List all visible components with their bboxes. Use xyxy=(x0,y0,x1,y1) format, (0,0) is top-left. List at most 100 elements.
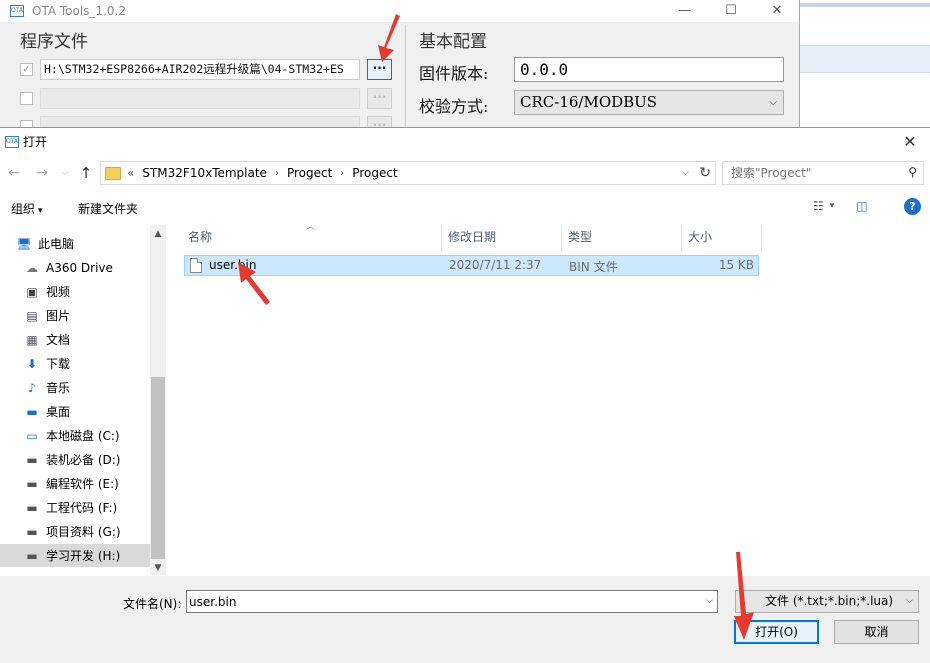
background-window-strip xyxy=(800,0,930,130)
firmware-version-input[interactable]: 0.0.0 xyxy=(514,57,784,82)
open-file-dialog: OTA 打开 ✕ ← → ⌵ ↑ « STM32F10xTemplate › P… xyxy=(0,127,930,663)
dialog-toolbar: 组织 ▾ 新建文件夹 ☷ ▾ ◫ xyxy=(0,193,930,223)
file-type: BIN 文件 xyxy=(569,260,618,274)
search-box[interactable]: ⚲ xyxy=(722,161,924,185)
file-icon xyxy=(190,258,202,273)
view-mode-icon[interactable]: ☷ xyxy=(813,199,824,213)
navigation-bar: ← → ⌵ ↑ « STM32F10xTemplate › Progect › … xyxy=(0,159,930,187)
sidebar-item-label: 本地磁盘 (C:) xyxy=(46,429,120,443)
computer-icon: 🖥 xyxy=(16,236,32,251)
back-arrow-icon[interactable]: ← xyxy=(4,163,24,183)
scroll-up-icon[interactable]: ▲ xyxy=(150,227,166,241)
column-header-size[interactable]: 大小 xyxy=(684,225,762,253)
drive-icon: ▬ xyxy=(26,476,38,491)
open-button[interactable]: 打开(O) xyxy=(734,620,819,644)
program-file-path[interactable] xyxy=(40,88,360,109)
browse-button[interactable]: ··· xyxy=(367,88,392,109)
sidebar-item-drive-h[interactable]: ▬ 学习开发 (H:) xyxy=(0,544,150,567)
filename-combobox[interactable]: ⌵ xyxy=(186,590,718,613)
drive-icon: ▬ xyxy=(26,452,38,467)
refresh-icon[interactable]: ↻ xyxy=(699,162,711,184)
column-header-date[interactable]: 修改日期 xyxy=(444,225,562,253)
close-icon[interactable]: ✕ xyxy=(754,0,800,22)
search-input[interactable] xyxy=(723,162,893,184)
chevron-down-icon: ⌵ xyxy=(769,97,777,108)
address-dropdown-icon[interactable]: ⌵ xyxy=(682,162,689,184)
background-band xyxy=(800,45,930,73)
search-icon: ⚲ xyxy=(908,165,917,179)
organize-label: 组织 xyxy=(11,202,36,216)
breadcrumb-separator-icon[interactable]: › xyxy=(275,168,279,179)
breadcrumb-item[interactable]: STM32F10xTemplate xyxy=(142,166,267,180)
sidebar-item-label: 桌面 xyxy=(46,405,71,419)
chevron-down-icon[interactable]: ⌵ xyxy=(706,591,713,612)
breadcrumb-item[interactable]: Progect xyxy=(287,166,332,180)
group-divider xyxy=(405,25,406,130)
sidebar-item-this-pc[interactable]: 🖥 此电脑 xyxy=(16,232,166,255)
minimize-icon[interactable]: — xyxy=(662,0,708,22)
checksum-method-value: CRC-16/MODBUS xyxy=(520,93,658,111)
navigation-pane: 🖥 此电脑 ☁ A360 Drive ▣ 视频 ▤ 图片 ▦ 文档 ⬇ 下载 ♪… xyxy=(0,225,166,575)
column-header-type[interactable]: 类型 xyxy=(564,225,682,253)
chevron-down-icon: ⌵ xyxy=(906,596,913,606)
up-arrow-icon[interactable]: ↑ xyxy=(76,163,96,183)
dialog-footer: 文件名(N): ⌵ 文件 (*.txt;*.bin;*.lua) ⌵ 打开(O)… xyxy=(0,576,930,663)
chevron-down-icon[interactable]: ▾ xyxy=(830,201,835,211)
document-icon: ▦ xyxy=(26,332,38,347)
sidebar-item-label: A360 Drive xyxy=(46,260,113,275)
scroll-down-icon[interactable]: ▼ xyxy=(150,561,166,575)
browse-button[interactable]: ··· xyxy=(367,59,392,80)
help-icon[interactable]: ? xyxy=(904,198,921,215)
new-folder-button[interactable]: 新建文件夹 xyxy=(78,200,138,217)
program-files-group-title: 程序文件 xyxy=(20,32,88,52)
ota-window-title: OTA Tools_1.0.2 xyxy=(32,4,126,18)
file-type-filter-value: 文件 (*.txt;*.bin;*.lua) xyxy=(765,594,894,608)
sidebar-item-label: 视频 xyxy=(46,285,71,299)
sidebar-item-label: 此电脑 xyxy=(38,237,75,251)
recent-chevron-icon[interactable]: ⌵ xyxy=(55,163,75,183)
sidebar-item-label: 编程软件 (E:) xyxy=(46,477,119,491)
sidebar-item-label: 学习开发 (H:) xyxy=(46,549,121,563)
drive-icon: ▬ xyxy=(26,500,38,515)
drive-icon: ▬ xyxy=(26,548,38,563)
sidebar-scrollbar[interactable]: ▲ ▼ xyxy=(150,225,166,575)
program-file-checkbox[interactable] xyxy=(20,92,33,105)
drive-icon: ▬ xyxy=(26,524,38,539)
cancel-button[interactable]: 取消 xyxy=(834,620,919,644)
video-icon: ▣ xyxy=(26,284,38,299)
dialog-close-icon[interactable]: ✕ xyxy=(890,128,930,155)
checksum-method-select[interactable]: CRC-16/MODBUS ⌵ xyxy=(514,90,784,115)
filename-input[interactable] xyxy=(187,591,687,612)
program-file-row: ✓ H:\STM32+ESP8266+AIR202远程升级篇\04-STM32+… xyxy=(20,59,392,80)
address-bar[interactable]: « STM32F10xTemplate › Progect › Progect … xyxy=(100,161,716,185)
file-name: user.bin xyxy=(209,258,257,272)
preview-pane-icon[interactable]: ◫ xyxy=(856,199,867,213)
picture-icon: ▤ xyxy=(26,308,38,323)
file-date: 2020/7/11 2:37 xyxy=(449,258,542,272)
sidebar-item-label: 文档 xyxy=(46,333,71,347)
breadcrumb-overflow[interactable]: « xyxy=(127,166,134,180)
forward-arrow-icon[interactable]: → xyxy=(32,163,52,183)
maximize-icon[interactable]: ☐ xyxy=(708,0,754,22)
file-size: 15 KB xyxy=(718,258,754,272)
ota-tools-window: OTA OTA Tools_1.0.2 — ☐ ✕ 程序文件 ✓ H:\STM3… xyxy=(0,0,800,137)
scrollbar-thumb[interactable] xyxy=(151,377,165,559)
checksum-method-label: 校验方式: xyxy=(419,97,489,116)
dialog-titlebar[interactable]: OTA 打开 xyxy=(0,128,930,155)
file-row-user-bin[interactable]: user.bin 2020/7/11 2:37 BIN 文件 15 KB xyxy=(184,255,759,276)
file-type-filter[interactable]: 文件 (*.txt;*.bin;*.lua) ⌵ xyxy=(735,590,919,613)
dialog-app-icon: OTA xyxy=(5,135,19,148)
breadcrumb-item[interactable]: Progect xyxy=(352,166,397,180)
organize-button[interactable]: 组织 ▾ xyxy=(11,200,43,217)
dialog-title: 打开 xyxy=(23,135,48,149)
sidebar-item-label: 项目资料 (G:) xyxy=(46,525,121,539)
breadcrumb-separator-icon[interactable]: › xyxy=(340,168,344,179)
download-icon: ⬇ xyxy=(26,356,38,371)
music-icon: ♪ xyxy=(28,380,36,395)
folder-icon xyxy=(105,166,121,180)
column-header-name[interactable]: 名称 xyxy=(184,225,442,253)
program-file-path[interactable]: H:\STM32+ESP8266+AIR202远程升级篇\04-STM32+ES xyxy=(40,59,360,80)
program-file-checkbox[interactable]: ✓ xyxy=(20,63,33,76)
view-controls: ☷ ▾ ◫ xyxy=(813,199,874,213)
sidebar-item-label: 下载 xyxy=(46,357,71,371)
